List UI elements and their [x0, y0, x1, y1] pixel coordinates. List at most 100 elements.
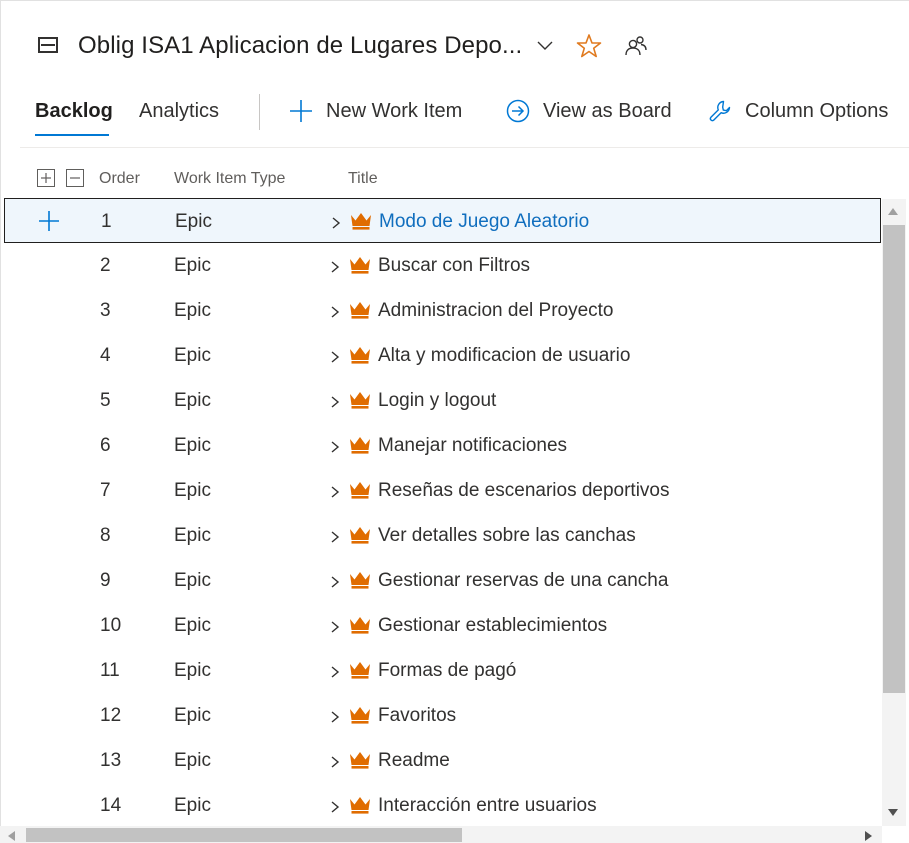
row-work-item-type: Epic — [174, 390, 211, 411]
column-header-order[interactable]: Order — [99, 170, 140, 188]
row-order: 1 — [101, 211, 112, 232]
expand-chevron-icon[interactable] — [330, 214, 342, 229]
row-title[interactable]: Buscar con Filtros — [378, 255, 530, 277]
page-title: Oblig ISA1 Aplicacion de Lugares Depo... — [78, 32, 523, 59]
expand-chevron-icon[interactable] — [329, 438, 341, 453]
row-title[interactable]: Reseñas de escenarios deportivos — [378, 480, 670, 502]
epic-crown-icon — [349, 481, 371, 499]
scroll-right-icon[interactable] — [865, 831, 872, 841]
row-work-item-type: Epic — [174, 570, 211, 591]
row-order: 13 — [100, 750, 122, 771]
row-title[interactable]: Manejar notificaciones — [378, 435, 567, 457]
expand-chevron-icon[interactable] — [329, 798, 341, 813]
toolbar-divider-line — [20, 147, 909, 148]
row-title[interactable]: Readme — [378, 750, 450, 772]
column-options-label: Column Options — [745, 99, 889, 122]
row-work-item-type: Epic — [174, 435, 211, 456]
expand-chevron-icon[interactable] — [329, 393, 341, 408]
scroll-left-icon[interactable] — [8, 831, 15, 841]
collapse-all-icon[interactable] — [66, 169, 84, 187]
chevron-down-icon[interactable] — [536, 37, 554, 55]
horizontal-scrollbar-thumb[interactable] — [26, 828, 462, 842]
wrench-icon — [707, 98, 733, 124]
tab-backlog[interactable]: Backlog — [35, 100, 113, 123]
row-order: 4 — [100, 345, 111, 366]
epic-crown-icon — [350, 212, 372, 230]
row-title[interactable]: Gestionar reservas de una cancha — [378, 570, 668, 592]
view-as-board-button[interactable]: View as Board — [505, 98, 672, 124]
row-title[interactable]: Interacción entre usuarios — [378, 795, 597, 817]
row-title[interactable]: Administracion del Proyecto — [378, 300, 614, 322]
toolbar-divider — [259, 94, 260, 130]
row-title[interactable]: Ver detalles sobre las canchas — [378, 525, 636, 547]
view-as-board-label: View as Board — [543, 99, 672, 122]
table-row[interactable]: 9 Epic Gestionar reservas de una cancha — [4, 558, 881, 603]
table-row[interactable]: 4 Epic Alta y modificacion de usuario — [4, 333, 881, 378]
expand-chevron-icon[interactable] — [329, 348, 341, 363]
row-title[interactable]: Favoritos — [378, 705, 456, 727]
expand-chevron-icon[interactable] — [329, 663, 341, 678]
expand-chevron-icon[interactable] — [329, 483, 341, 498]
new-work-item-button[interactable]: New Work Item — [288, 98, 462, 124]
epic-crown-icon — [349, 391, 371, 409]
row-work-item-type: Epic — [174, 615, 211, 636]
expand-chevron-icon[interactable] — [329, 258, 341, 273]
epic-crown-icon — [349, 256, 371, 274]
expand-chevron-icon[interactable] — [329, 753, 341, 768]
row-title[interactable]: Alta y modificacion de usuario — [378, 345, 630, 367]
row-title[interactable]: Modo de Juego Aleatorio — [379, 211, 589, 233]
row-order: 10 — [100, 615, 122, 636]
plus-icon — [288, 98, 314, 124]
new-work-item-label: New Work Item — [326, 99, 463, 122]
table-row[interactable]: 5 Epic Login y logout — [4, 378, 881, 423]
row-work-item-type: Epic — [174, 750, 211, 771]
table-row[interactable]: 1 Epic Modo de Juego Aleatorio — [4, 198, 881, 243]
favorite-star-icon[interactable] — [576, 33, 602, 59]
team-members-icon[interactable] — [624, 34, 648, 58]
vertical-scrollbar-thumb[interactable] — [883, 225, 905, 693]
navigate-forward-icon — [505, 98, 531, 124]
expand-all-icon[interactable] — [37, 169, 55, 187]
row-work-item-type: Epic — [174, 660, 211, 681]
table-row[interactable]: 10 Epic Gestionar establecimientos — [4, 603, 881, 648]
row-order: 12 — [100, 705, 122, 726]
row-order: 2 — [100, 255, 111, 276]
expand-chevron-icon[interactable] — [329, 618, 341, 633]
table-row[interactable]: 13 Epic Readme — [4, 738, 881, 783]
table-row[interactable]: 2 Epic Buscar con Filtros — [4, 243, 881, 288]
row-title[interactable]: Formas de pagó — [378, 660, 516, 682]
scroll-up-icon[interactable] — [888, 208, 898, 215]
row-title[interactable]: Login y logout — [378, 390, 496, 412]
table-row[interactable]: 6 Epic Manejar notificaciones — [4, 423, 881, 468]
add-child-icon[interactable] — [38, 210, 60, 232]
expand-chevron-icon[interactable] — [329, 708, 341, 723]
table-row[interactable]: 14 Epic Interacción entre usuarios — [4, 783, 881, 826]
row-work-item-type: Epic — [174, 795, 211, 816]
selected-tab-indicator — [35, 134, 109, 136]
table-row[interactable]: 12 Epic Favoritos — [4, 693, 881, 738]
table-row[interactable]: 7 Epic Reseñas de escenarios deportivos — [4, 468, 881, 513]
expand-chevron-icon[interactable] — [329, 573, 341, 588]
table-row[interactable]: 8 Epic Ver detalles sobre las canchas — [4, 513, 881, 558]
row-work-item-type: Epic — [174, 345, 211, 366]
expand-chevron-icon[interactable] — [329, 528, 341, 543]
table-row[interactable]: 3 Epic Administracion del Proyecto — [4, 288, 881, 333]
row-order: 11 — [100, 660, 120, 681]
scroll-down-icon[interactable] — [888, 809, 898, 816]
row-order: 5 — [100, 390, 111, 411]
column-header-work-item-type[interactable]: Work Item Type — [174, 170, 285, 188]
row-work-item-type: Epic — [175, 211, 212, 232]
row-work-item-type: Epic — [174, 705, 211, 726]
row-order: 6 — [100, 435, 111, 456]
row-title[interactable]: Gestionar establecimientos — [378, 615, 607, 637]
row-order: 14 — [100, 795, 122, 816]
epic-crown-icon — [349, 571, 371, 589]
toolbar: Backlog Analytics New Work Item View as … — [0, 92, 909, 136]
column-header-title[interactable]: Title — [348, 170, 378, 188]
tab-analytics[interactable]: Analytics — [139, 100, 219, 123]
epic-crown-icon — [349, 301, 371, 319]
column-options-button[interactable]: Column Options — [707, 98, 888, 124]
table-row[interactable]: 11 Epic Formas de pagó — [4, 648, 881, 693]
expand-chevron-icon[interactable] — [329, 303, 341, 318]
backlog-icon — [36, 34, 60, 58]
